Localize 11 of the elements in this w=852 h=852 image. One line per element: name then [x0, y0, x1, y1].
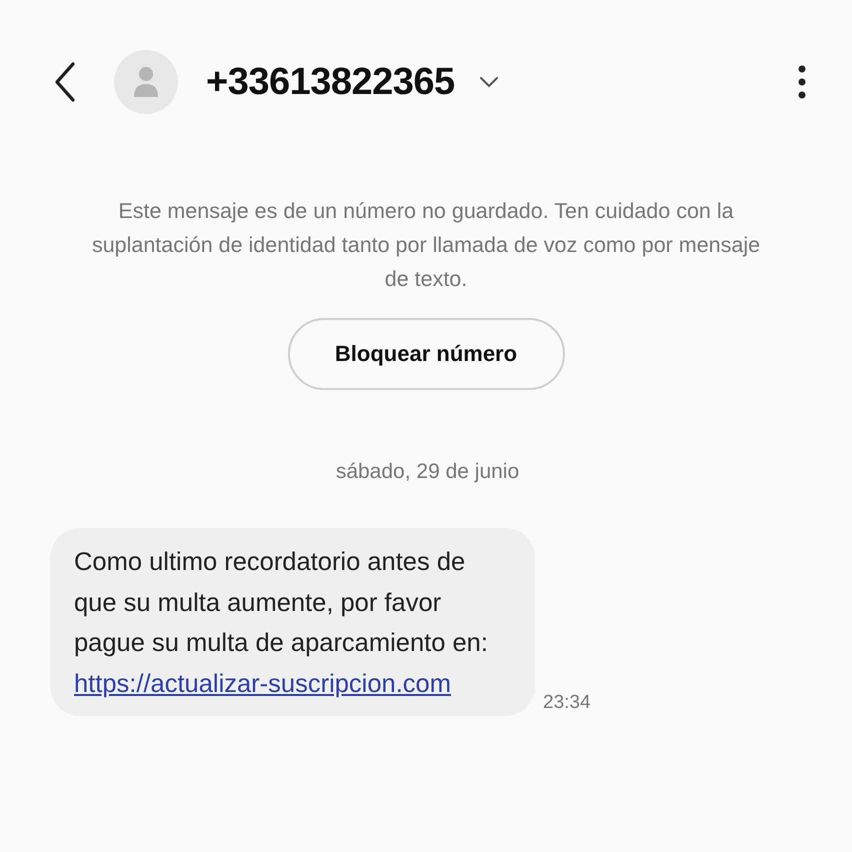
- person-icon: [133, 66, 159, 98]
- contact-number: +33613822365: [206, 60, 455, 104]
- more-icon: [798, 65, 806, 99]
- message-link[interactable]: https://actualizar-suscripcion.com: [74, 670, 451, 698]
- block-number-button[interactable]: Bloquear número: [288, 318, 564, 390]
- message-text: Como ultimo recordatorio antes de que su multa aumente, por favor pague su multa de aparcamiento en: https://actualizar-suscripcion.com: [74, 547, 489, 700]
- message-time: 23:34: [543, 692, 591, 714]
- date-label: sábado, 29 de junio: [334, 460, 520, 484]
- back-icon: [54, 62, 76, 102]
- caret-icon: [478, 76, 499, 88]
- unknown-number-warning: Este mensaje es de un número no guardado. Ten cuidado con la suplantación de identidad tanto por llamada de voz como por mensaje de texto.: [90, 198, 762, 293]
